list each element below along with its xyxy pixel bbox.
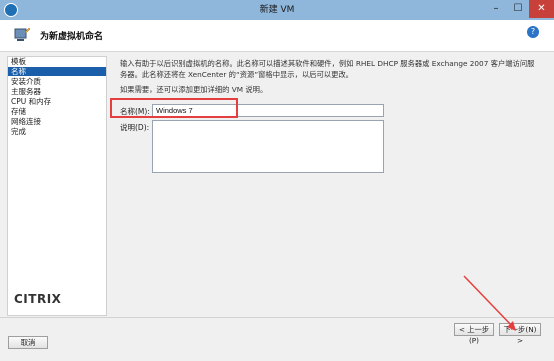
sidebar-item-home-server[interactable]: 主服务器 bbox=[8, 87, 106, 96]
annotation-highlight-box bbox=[110, 98, 238, 118]
sidebar-item-cpu-memory[interactable]: CPU 和内存 bbox=[8, 97, 106, 106]
description-textarea[interactable] bbox=[152, 120, 384, 173]
minimize-button[interactable]: – bbox=[485, 0, 507, 18]
description-label: 说明(D): bbox=[120, 123, 150, 132]
help-icon[interactable]: ? bbox=[527, 26, 539, 38]
next-button[interactable]: 下一步(N) > bbox=[499, 323, 541, 345]
sidebar-item-storage[interactable]: 存储 bbox=[8, 107, 106, 116]
sidebar-item-finish[interactable]: 完成 bbox=[8, 127, 106, 136]
intro-text: 输入有助于以后识别虚拟机的名称。此名称可以描述其软件和硬件，例如 RHEL DH… bbox=[120, 59, 535, 79]
prev-button[interactable]: < 上一步(P) bbox=[454, 323, 494, 345]
sidebar-item-template[interactable]: 模板 bbox=[8, 57, 106, 66]
sidebar-item-name[interactable]: 名称 bbox=[8, 67, 106, 76]
page-title: 为新虚拟机命名 bbox=[40, 32, 104, 42]
citrix-logo: CITRIX bbox=[14, 292, 62, 306]
maximize-button[interactable]: ☐ bbox=[507, 0, 529, 18]
sidebar-item-install-media[interactable]: 安装介质 bbox=[8, 77, 106, 86]
hint-text: 如果需要，还可以添加更加详细的 VM 说明。 bbox=[120, 85, 268, 94]
close-button[interactable]: ✕ bbox=[529, 0, 554, 18]
cancel-button[interactable]: 取消 bbox=[8, 336, 48, 349]
sidebar-item-networking[interactable]: 网络连接 bbox=[8, 117, 106, 126]
footer-divider bbox=[0, 317, 554, 318]
new-vm-icon bbox=[14, 27, 31, 41]
window-title: 新建 VM bbox=[259, 5, 295, 15]
